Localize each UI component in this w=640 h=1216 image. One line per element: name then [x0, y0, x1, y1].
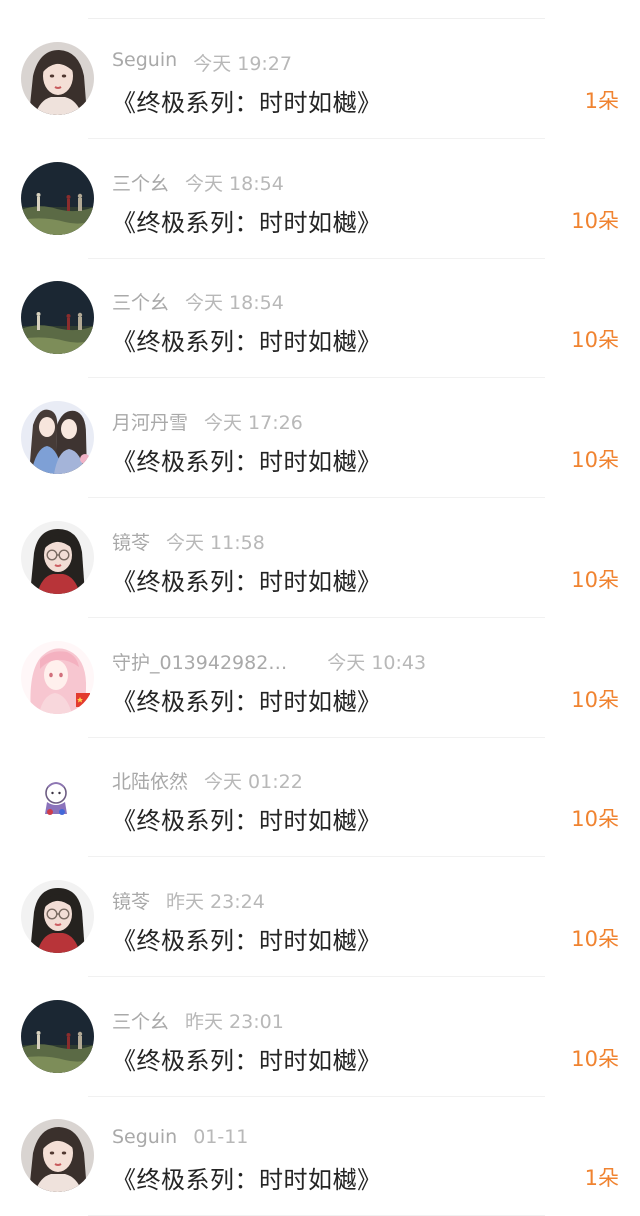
- user-name[interactable]: 三个幺: [112, 169, 169, 196]
- timestamp: 今天 19:27: [193, 53, 292, 75]
- gift-record-row[interactable]: Seguin 01-11 《终极系列：时时如樾》 1朵: [0, 1097, 640, 1216]
- work-title[interactable]: 《终极系列：时时如樾》: [112, 322, 382, 357]
- gift-record-row[interactable]: 三个幺 今天 18:54 《终极系列：时时如樾》 10朵: [0, 259, 640, 378]
- gift-record-row[interactable]: 镜苓 今天 11:58 《终极系列：时时如樾》 10朵: [0, 499, 640, 618]
- meta-line: Seguin 今天 19:27: [112, 49, 292, 77]
- flower-count: 10朵: [571, 328, 619, 352]
- timestamp: 今天 11:58: [166, 532, 265, 554]
- gift-record-row[interactable]: 三个幺 今天 18:54 《终极系列：时时如樾》 10朵: [0, 140, 640, 259]
- woman-portrait-avatar-icon[interactable]: [21, 42, 94, 115]
- user-name[interactable]: Seguin: [112, 49, 177, 71]
- meta-line: 镜苓 今天 11:58: [112, 528, 265, 556]
- meta-line: 北陆依然 今天 01:22: [112, 767, 303, 795]
- timestamp: 今天 01:22: [204, 771, 303, 793]
- user-name[interactable]: 镜苓: [112, 887, 150, 914]
- work-title[interactable]: 《终极系列：时时如樾》: [112, 442, 382, 477]
- work-title[interactable]: 《终极系列：时时如樾》: [112, 203, 382, 238]
- gift-record-row[interactable]: 镜苓 昨天 23:24 《终极系列：时时如樾》 10朵: [0, 858, 640, 977]
- user-name[interactable]: Seguin: [112, 1126, 177, 1148]
- meta-line: 月河丹雪 今天 17:26: [112, 408, 303, 436]
- meta-line: 三个幺 今天 18:54: [112, 169, 284, 197]
- timestamp: 今天 18:54: [185, 292, 284, 314]
- timestamp: 今天 10:43: [327, 652, 427, 674]
- gift-record-row[interactable]: Seguin 今天 19:27 《终极系列：时时如樾》 1朵: [0, 20, 640, 139]
- meta-line: 三个幺 昨天 23:01: [112, 1007, 284, 1035]
- meta-line: Seguin 01-11: [112, 1126, 248, 1154]
- work-title[interactable]: 《终极系列：时时如樾》: [112, 682, 382, 717]
- user-name[interactable]: 北陆依然: [112, 767, 188, 794]
- row-divider: [88, 138, 545, 139]
- flower-count: 10朵: [571, 568, 619, 592]
- gift-record-row[interactable]: 守护_013942982… 今天 10:43 《终极系列：时时如樾》 10朵: [0, 619, 640, 738]
- flower-count: 10朵: [571, 688, 619, 712]
- timestamp: 01-11: [193, 1126, 249, 1148]
- user-name[interactable]: 镜苓: [112, 528, 150, 555]
- meta-line: 镜苓 昨天 23:24: [112, 887, 265, 915]
- woman-portrait-avatar-icon[interactable]: [21, 1119, 94, 1192]
- night-field-avatar-icon[interactable]: [21, 162, 94, 235]
- work-title[interactable]: 《终极系列：时时如樾》: [112, 1160, 382, 1195]
- flower-count: 10朵: [571, 209, 619, 233]
- timestamp: 昨天 23:24: [166, 891, 265, 913]
- flower-count: 10朵: [571, 448, 619, 472]
- night-field-avatar-icon[interactable]: [21, 281, 94, 354]
- work-title[interactable]: 《终极系列：时时如樾》: [112, 801, 382, 836]
- user-name[interactable]: 三个幺: [112, 288, 169, 315]
- small-cartoon-avatar-icon[interactable]: [21, 760, 94, 833]
- girl-with-glasses-avatar-icon[interactable]: [21, 880, 94, 953]
- work-title[interactable]: 《终极系列：时时如樾》: [112, 83, 382, 118]
- timestamp: 昨天 23:01: [185, 1011, 284, 1033]
- row-divider: [88, 617, 545, 618]
- night-field-avatar-icon[interactable]: [21, 1000, 94, 1073]
- timestamp: 今天 17:26: [204, 412, 303, 434]
- flower-count: 1朵: [584, 89, 619, 113]
- row-divider: [88, 856, 545, 857]
- gift-record-row[interactable]: 月河丹雪 今天 17:26 《终极系列：时时如樾》 10朵: [0, 379, 640, 498]
- user-name[interactable]: 三个幺: [112, 1007, 169, 1034]
- row-divider: [88, 497, 545, 498]
- meta-line: 守护_013942982… 今天 10:43: [112, 648, 426, 676]
- row-divider: [88, 377, 545, 378]
- pink-anime-girl-avatar-icon[interactable]: [21, 641, 94, 714]
- timestamp: 今天 18:54: [185, 173, 284, 195]
- meta-line: 三个幺 今天 18:54: [112, 288, 284, 316]
- two-girls-avatar-icon[interactable]: [21, 401, 94, 474]
- top-divider: [88, 18, 545, 19]
- flower-count: 10朵: [571, 807, 619, 831]
- work-title[interactable]: 《终极系列：时时如樾》: [112, 921, 382, 956]
- girl-with-glasses-avatar-icon[interactable]: [21, 521, 94, 594]
- work-title[interactable]: 《终极系列：时时如樾》: [112, 1041, 382, 1076]
- flower-count: 10朵: [571, 1047, 619, 1071]
- gift-record-row[interactable]: 北陆依然 今天 01:22 《终极系列：时时如樾》 10朵: [0, 738, 640, 857]
- gift-record-row[interactable]: 三个幺 昨天 23:01 《终极系列：时时如樾》 10朵: [0, 978, 640, 1097]
- row-divider: [88, 976, 545, 977]
- user-name[interactable]: 月河丹雪: [112, 408, 188, 435]
- flower-count: 10朵: [571, 927, 619, 951]
- user-name[interactable]: 守护_013942982…: [112, 648, 287, 675]
- work-title[interactable]: 《终极系列：时时如樾》: [112, 562, 382, 597]
- flower-count: 1朵: [584, 1166, 619, 1190]
